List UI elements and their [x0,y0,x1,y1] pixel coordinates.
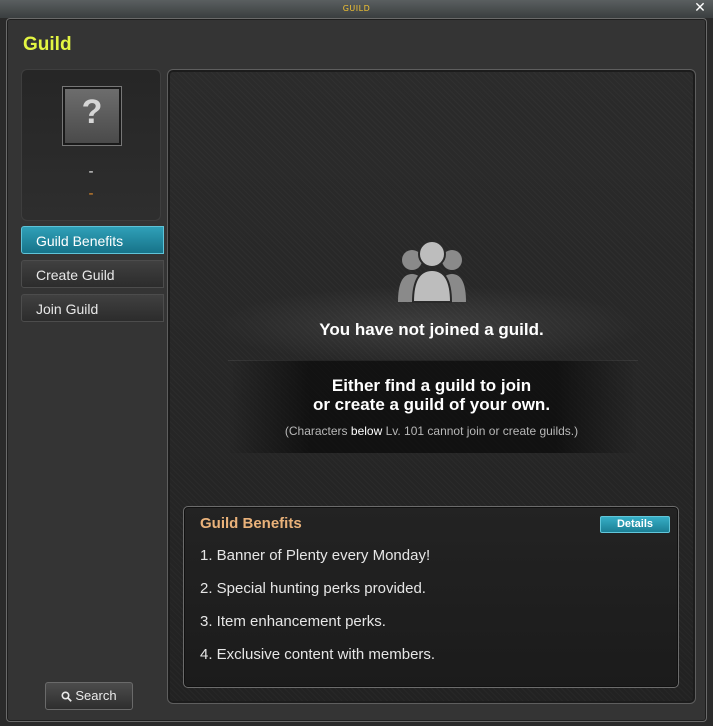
search-icon [61,691,73,702]
question-mark-icon: ? [63,87,121,145]
hint-line-2: or create a guild of your own. [312,395,551,414]
guild-level: - [88,186,94,202]
close-icon[interactable]: ✕ [693,1,707,15]
title-bar-text: GUILD [342,4,371,13]
guild-members-icon [398,240,466,303]
window-title: Guild [23,34,72,55]
benefit-item: 3. Item enhancement perks. [200,613,386,630]
title-bar[interactable]: GUILD ✕ [0,0,713,18]
guild-profile-panel: ? - - [21,69,161,221]
guild-window: Guild ? - - Guild Benefits Create Guild … [6,18,707,722]
main-panel: You have not joined a guild. Either find… [167,69,696,704]
menu-create-guild[interactable]: Create Guild [21,260,164,288]
details-button[interactable]: Details [600,516,670,533]
menu-guild-benefits[interactable]: Guild Benefits [21,226,164,254]
level-restriction-note: (Characters below Lv. 101 cannot join or… [284,424,579,438]
menu-join-guild[interactable]: Join Guild [21,294,164,322]
benefit-item: 1. Banner of Plenty every Monday! [200,547,431,564]
benefit-item: 2. Special hunting perks provided. [200,580,426,597]
search-label: Search [75,688,117,703]
guild-benefits-box: Guild Benefits Details 1. Banner of Plen… [183,506,679,688]
search-button[interactable]: Search [45,682,133,710]
hint-line-1: Either find a guild to join [331,376,532,395]
guild-name: - [88,164,94,180]
restriction-highlight: below [350,424,383,438]
benefit-item: 4. Exclusive content with members. [200,646,436,663]
emblem-glyph: ? [81,93,103,131]
not-joined-message: You have not joined a guild. [319,320,544,339]
benefits-title: Guild Benefits [200,515,302,532]
